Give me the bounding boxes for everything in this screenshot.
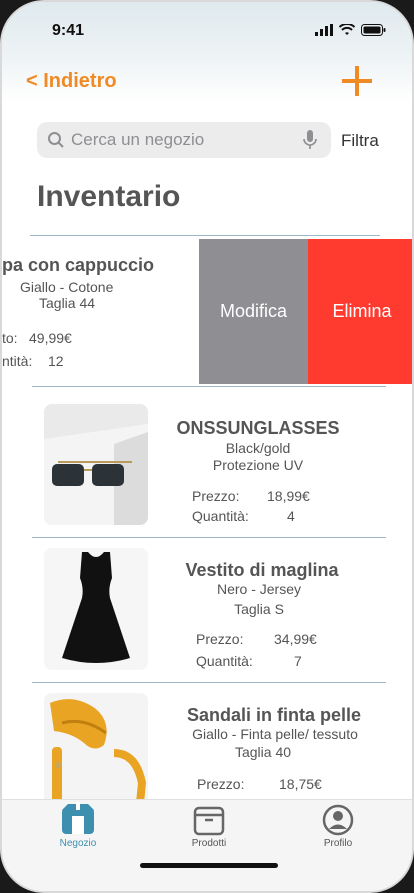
product-name: pa con cappuccio <box>2 255 155 275</box>
sunglasses-image <box>44 404 148 525</box>
filter-button[interactable]: Filtra <box>341 131 379 151</box>
product-color-material: Giallo - Cotone <box>20 279 114 295</box>
quantity-label: ntità: <box>2 353 33 369</box>
search-icon <box>48 132 64 148</box>
price-label: Prezzo: <box>196 631 244 647</box>
quantity-value: 12 <box>48 353 64 369</box>
divider <box>30 235 380 236</box>
battery-icon <box>361 24 386 36</box>
search-bar[interactable] <box>37 122 331 158</box>
price-value: 18,99€ <box>267 488 310 504</box>
quantity-label: Quantità: <box>192 508 249 524</box>
price-value: 34,99€ <box>274 631 317 647</box>
phone-screen: 9:41 < Indietro Cerca un negozio Filtra … <box>0 0 414 893</box>
tab-label: Prodotti <box>191 838 227 849</box>
back-button[interactable]: < Indietro <box>26 70 117 93</box>
list-item[interactable]: Vestito di maglina Nero - Jersey Taglia … <box>2 547 412 672</box>
tab-label: Negozio <box>59 838 97 849</box>
price-label: to: <box>2 330 18 346</box>
list-item[interactable]: ONSSUNGLASSES Black/gold Protezione UV P… <box>2 402 412 528</box>
quantity-value: 4 <box>287 508 295 524</box>
status-bar: 9:41 <box>2 2 412 54</box>
signal-icon <box>315 24 333 36</box>
tab-profilo[interactable]: Profilo <box>298 800 378 860</box>
price-label: Prezzo: <box>192 488 240 504</box>
edit-button[interactable]: Modifica <box>199 239 308 384</box>
home-indicator[interactable] <box>140 863 278 868</box>
profile-icon <box>322 804 354 836</box>
microphone-icon[interactable] <box>303 130 317 150</box>
sandals-image <box>44 693 148 799</box>
price-label: Prezzo: <box>197 776 245 792</box>
box-icon <box>193 806 225 836</box>
product-color: Black/gold <box>225 440 291 456</box>
delete-button[interactable]: Elimina <box>308 239 412 384</box>
page-title: Inventario <box>37 180 181 213</box>
status-icons <box>315 24 386 36</box>
tab-negozio[interactable]: Negozio <box>38 800 118 860</box>
tab-label: Profilo <box>323 838 353 849</box>
status-time: 9:41 <box>52 22 85 39</box>
product-size: Taglia 44 <box>39 295 96 311</box>
product-size: Taglia S <box>234 601 284 617</box>
product-color-material: Nero - Jersey <box>216 581 302 597</box>
search-input[interactable] <box>71 128 291 152</box>
price-value: 18,75€ <box>279 776 322 792</box>
product-name: Vestito di maglina <box>185 560 339 580</box>
tab-bar: Negozio Prodotti Profilo <box>2 799 412 891</box>
tab-prodotti[interactable]: Prodotti <box>169 800 249 860</box>
quantity-label: Quantità: <box>196 653 253 669</box>
product-name: ONSSUNGLASSES <box>176 418 340 438</box>
quantity-value: 7 <box>294 653 302 669</box>
product-color-material: Giallo - Finta pelle/ tessuto <box>192 726 358 742</box>
divider <box>32 682 386 683</box>
product-size: Taglia 40 <box>234 744 292 760</box>
shop-icon <box>62 802 94 834</box>
divider <box>32 386 386 387</box>
dress-image <box>44 548 148 670</box>
add-icon[interactable] <box>340 64 374 98</box>
product-feature: Protezione UV <box>212 457 304 473</box>
price-value: 49,99€ <box>29 330 72 346</box>
product-name: Sandali in finta pelle <box>186 705 362 725</box>
list-item[interactable]: Sandali in finta pelle Giallo - Finta pe… <box>2 692 412 799</box>
wifi-icon <box>339 24 355 35</box>
divider <box>32 537 386 538</box>
